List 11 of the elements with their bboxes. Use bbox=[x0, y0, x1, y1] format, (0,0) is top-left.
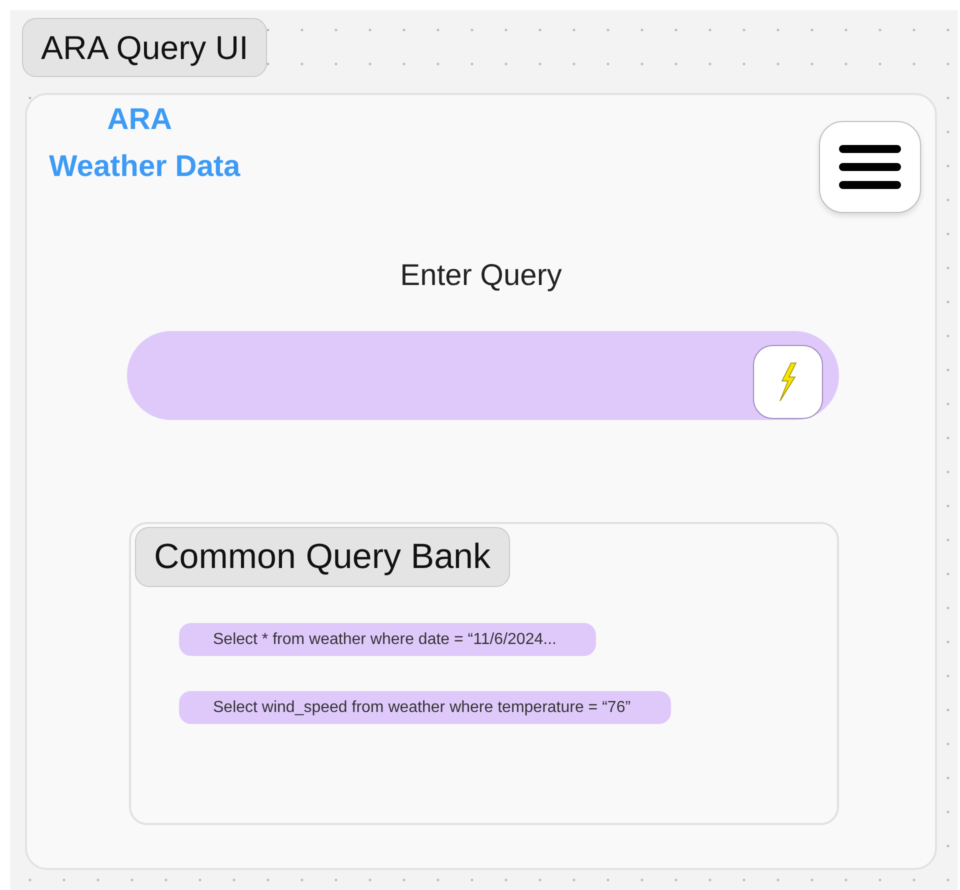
run-button[interactable] bbox=[753, 344, 823, 418]
app-subtitle: Weather Data bbox=[49, 149, 240, 185]
query-chip[interactable]: Select wind_speed from weather where temperature = “76” bbox=[179, 691, 671, 724]
app-title: ARA bbox=[107, 102, 172, 138]
menu-button[interactable] bbox=[819, 121, 921, 213]
frame-label: ARA Query UI bbox=[22, 18, 268, 77]
menu-icon bbox=[838, 143, 902, 191]
query-bank-title: Common Query Bank bbox=[135, 527, 510, 587]
query-chip[interactable]: Select * from weather where date = “11/6/2024... bbox=[179, 623, 596, 656]
lightning-icon bbox=[778, 362, 798, 402]
query-heading: Enter Query bbox=[399, 259, 563, 293]
